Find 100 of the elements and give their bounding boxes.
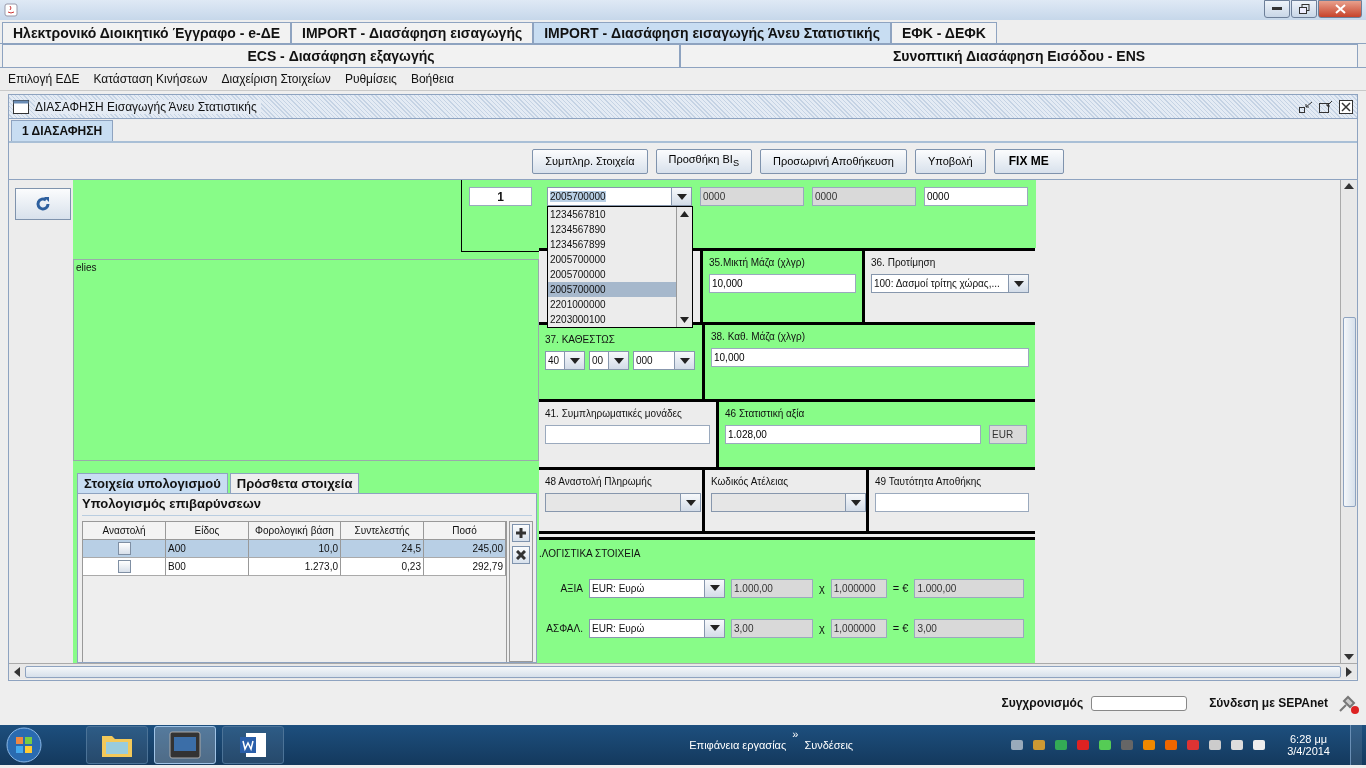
menu-item[interactable]: Ρυθμίσεις xyxy=(344,72,397,86)
module-tab[interactable]: IMPORT - Διασάφηση εισαγωγής xyxy=(291,22,534,43)
dropdown-option[interactable]: 1234567810 xyxy=(548,207,676,222)
dropdown-option[interactable]: 1234567899 xyxy=(548,237,676,252)
add-button[interactable] xyxy=(512,524,530,542)
scroll-up-icon[interactable] xyxy=(1344,182,1354,190)
module-tab[interactable]: Συνοπτική Διασάφηση Εισόδου - ENS xyxy=(680,44,1358,67)
clock-date[interactable]: 3/4/2014 xyxy=(1287,745,1330,757)
tray-icon[interactable] xyxy=(1141,737,1158,753)
scrollbar[interactable] xyxy=(676,207,692,327)
minimize-frame-icon[interactable] xyxy=(1299,100,1313,113)
dropdown-arrow-icon xyxy=(709,585,720,591)
supplementary-units-field[interactable] xyxy=(545,425,710,444)
toolbar-button[interactable]: Υποβολή xyxy=(914,148,986,174)
minimize-button[interactable] xyxy=(1264,0,1290,18)
menu-item[interactable]: Βοήθεια xyxy=(410,72,454,86)
restore-button[interactable] xyxy=(1291,0,1317,18)
declaration-tab[interactable]: 1 ΔΙΑΣΑΦΗΣΗ xyxy=(11,120,114,141)
field-label: 35.Μικτή Μάζα (χλγρ) xyxy=(709,257,806,268)
toolbar-button[interactable]: Προσωρινή Αποθήκευση xyxy=(760,148,907,174)
preference-combo[interactable]: 100: Δασμοί τρίτης χώρας,... xyxy=(871,274,1029,293)
taskbar-app[interactable] xyxy=(154,726,216,764)
start-button[interactable] xyxy=(4,726,44,764)
show-desktop-button[interactable] xyxy=(1350,725,1362,765)
tray-icon[interactable] xyxy=(1229,737,1246,753)
field-label: 41. Συμπληρωματικές μονάδες xyxy=(545,408,683,419)
amount-field[interactable]: 1.000,00 xyxy=(731,578,813,598)
checkbox[interactable] xyxy=(117,560,131,573)
result-field[interactable]: 3,00 xyxy=(914,618,1025,638)
window-icon xyxy=(13,99,29,114)
scroll-down-icon[interactable] xyxy=(1344,653,1354,661)
dropdown-option[interactable]: 2005700000 xyxy=(548,282,676,297)
tray-icon[interactable] xyxy=(1009,737,1026,753)
menu-item[interactable]: Κατάσταση Κινήσεων xyxy=(93,72,208,86)
toolbar-button[interactable]: Προσθήκη BI$_{S}$ xyxy=(655,148,753,174)
menu-item[interactable]: Επιλογή ΕΔΕ xyxy=(8,72,80,86)
clock-time[interactable]: 6:28 μμ xyxy=(1290,733,1328,745)
refresh-button[interactable] xyxy=(15,188,71,220)
maximize-frame-icon[interactable] xyxy=(1319,100,1333,113)
field-label: Κωδικός Ατέλειας xyxy=(711,476,789,487)
taskbar-app[interactable] xyxy=(86,726,148,764)
scrollbar[interactable] xyxy=(9,663,1357,679)
menu-item[interactable]: Διαχείριση Στοιχείων xyxy=(221,72,331,86)
toolbar-label[interactable]: Επιφάνεια εργασίας xyxy=(689,739,787,751)
currency-combo[interactable]: EUR: Ευρώ xyxy=(589,618,725,638)
code-field[interactable]: 0000 xyxy=(924,187,1028,206)
module-tab[interactable]: ΕΦΚ - ΔΕΦΚ xyxy=(890,22,997,43)
procedure-combo[interactable]: 000 xyxy=(633,351,695,370)
statistical-value-field[interactable]: 1.028,00 xyxy=(725,425,981,444)
dropdown-option[interactable]: 2005700000 xyxy=(548,267,676,282)
row-label: ΑΞΙΑ xyxy=(559,582,583,594)
module-tab[interactable]: ECS - Διασάφηση εξαγωγής xyxy=(2,44,680,67)
dropdown-arrow-icon xyxy=(569,357,580,364)
module-tab[interactable]: IMPORT - Διασάφηση εισαγωγής Άνευ Στατιστικής xyxy=(533,22,891,43)
toolbar-button[interactable]: FIX ME xyxy=(993,148,1064,174)
payment-deferral-combo[interactable] xyxy=(545,493,701,512)
calc-tab[interactable]: Πρόσθετα στοιχεία xyxy=(229,473,360,493)
scroll-left-icon[interactable] xyxy=(13,666,21,677)
tray-icon[interactable] xyxy=(1251,737,1268,753)
warehouse-field[interactable] xyxy=(875,493,1029,512)
taskbar-app[interactable] xyxy=(222,726,284,764)
net-mass-field[interactable]: 10,000 xyxy=(711,348,1029,367)
module-tab[interactable]: Ηλεκτρονικό Διοικητικό Έγγραφο - e-ΔΕ xyxy=(2,22,292,43)
column-header: Φορολογική βάση xyxy=(249,522,341,540)
procedure-combo[interactable]: 40 xyxy=(545,351,585,370)
currency-combo[interactable]: EUR: Ευρώ xyxy=(589,578,725,598)
dropdown-arrow-icon xyxy=(679,357,690,364)
tray-icon[interactable] xyxy=(1207,737,1224,753)
scroll-right-icon[interactable] xyxy=(1345,666,1353,677)
currency-field[interactable]: EUR xyxy=(989,425,1027,444)
dropdown-option[interactable]: 2005700000 xyxy=(548,252,676,267)
dropdown-option[interactable]: 1234567890 xyxy=(548,222,676,237)
description-field[interactable]: elies xyxy=(73,259,539,461)
column-header: Συντελεστής xyxy=(341,522,424,540)
column-header: Είδος xyxy=(166,522,249,540)
dropdown-option[interactable]: 2203000100 xyxy=(548,312,676,327)
calc-tab[interactable]: Στοιχεία υπολογισμού xyxy=(77,473,228,493)
chevron[interactable]: » xyxy=(792,728,799,740)
delete-button[interactable] xyxy=(512,546,530,564)
rate-field[interactable]: 1,000000 xyxy=(830,618,887,638)
procedure-combo[interactable]: 00 xyxy=(589,351,629,370)
amount-field[interactable]: 3,00 xyxy=(731,618,813,638)
checkbox[interactable] xyxy=(117,542,131,555)
links-label[interactable]: Συνδέσεις xyxy=(804,739,854,751)
exemption-combo[interactable] xyxy=(711,493,866,512)
dropdown-option[interactable]: 2201000000 xyxy=(548,297,676,312)
field-label: 38. Καθ. Μάζα (χλγρ) xyxy=(711,331,807,342)
section-title: .ΛΟΓΙΣΤΙΚΑ ΣΤΟΙΧΕΙΑ xyxy=(539,548,642,559)
scrollbar[interactable] xyxy=(1340,180,1357,663)
close-icon[interactable] xyxy=(1339,99,1353,114)
commodity-code-combo[interactable]: 2005700000 xyxy=(547,187,692,206)
close-button[interactable] xyxy=(1318,0,1362,18)
rate-field[interactable]: 1,000000 xyxy=(830,578,887,598)
dropdown-arrow-icon xyxy=(709,625,720,631)
gross-mass-field[interactable]: 10,000 xyxy=(709,274,856,293)
tray-icon[interactable] xyxy=(1031,737,1048,753)
toolbar-button[interactable]: Συμπληρ. Στοιχεία xyxy=(532,148,648,174)
result-field[interactable]: 1.000,00 xyxy=(914,578,1025,598)
item-number-field[interactable]: 1 xyxy=(469,187,532,206)
tray-icon[interactable] xyxy=(1097,737,1114,753)
